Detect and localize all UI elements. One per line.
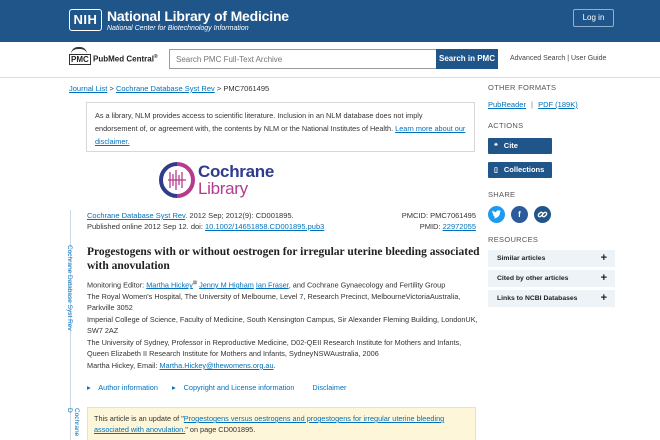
chevron-down-icon: ▸ bbox=[87, 383, 91, 392]
format-links: PubReader | PDF (189K) bbox=[488, 100, 578, 109]
resources-heading: RESOURCES bbox=[488, 235, 539, 244]
identifier-block: PMCID: PMC7061495 PMID: 22972055 bbox=[402, 210, 476, 232]
nlm-disclaimer-notice: As a library, NLM provides access to sci… bbox=[86, 102, 475, 152]
cochrane-library-logo: Cochrane Library bbox=[158, 160, 298, 200]
copyright-link[interactable]: ▸ Copyright and License information bbox=[172, 383, 300, 392]
pubreader-link[interactable]: PubReader bbox=[488, 100, 526, 109]
author-line: Monitoring Editor: Martha Hickey⊠ Jenny … bbox=[87, 280, 446, 290]
cite-button[interactable]: ❝ Cite bbox=[488, 138, 552, 154]
author-information-link[interactable]: ▸ Author information bbox=[87, 383, 164, 392]
chevron-down-icon: ▸ bbox=[171, 383, 176, 392]
cited-by-toggle[interactable]: Cited by other articles + bbox=[488, 270, 615, 287]
search-input[interactable] bbox=[169, 49, 436, 69]
breadcrumb-journal-list[interactable]: Journal List bbox=[69, 84, 107, 93]
pmcid: PMCID: PMC7061495 bbox=[401, 211, 476, 220]
nih-header: NIH National Library of Medicine Nationa… bbox=[0, 0, 660, 42]
email-icon[interactable]: ⊠ bbox=[193, 280, 197, 286]
side-journal-label-2[interactable]: Cochrane D bbox=[66, 408, 80, 440]
nih-logo[interactable]: NIH bbox=[69, 9, 102, 31]
pmc-logo[interactable]: PMC PubMed Central® bbox=[69, 53, 158, 65]
affiliation: The Royal Women's Hospital, The Universi… bbox=[87, 291, 461, 313]
similar-articles-toggle[interactable]: Similar articles + bbox=[488, 250, 615, 267]
author-link[interactable]: Martha Hickey bbox=[146, 280, 193, 289]
breadcrumb-separator: > bbox=[216, 84, 222, 93]
citation-block: Cochrane Database Syst Rev. 2012 Sep; 20… bbox=[87, 210, 324, 232]
notice-text: As a library, NLM provides access to sci… bbox=[95, 111, 423, 133]
citation-volume: . 2012 Sep; 2012(9): CD001895. bbox=[185, 211, 294, 220]
login-button[interactable]: Log in bbox=[573, 9, 614, 27]
pmid-label: PMID: bbox=[419, 222, 443, 231]
collections-button[interactable]: ▯ Collections bbox=[488, 162, 552, 178]
author-link[interactable]: Jenny M Higham bbox=[199, 280, 254, 289]
breadcrumb-separator: > bbox=[109, 84, 114, 93]
plus-icon: + bbox=[600, 272, 607, 284]
twitter-icon[interactable] bbox=[488, 206, 505, 223]
site-title[interactable]: National Library of Medicine bbox=[107, 8, 289, 24]
breadcrumb-journal[interactable]: Cochrane Database Syst Rev bbox=[116, 84, 215, 93]
search-links: Advanced Search | User Guide bbox=[510, 55, 606, 62]
pmid-link[interactable]: 22972055 bbox=[443, 222, 476, 231]
journal-link[interactable]: Cochrane Database Syst Rev bbox=[87, 211, 185, 220]
plus-icon: + bbox=[600, 252, 607, 264]
author-link[interactable]: Ian Fraser bbox=[256, 280, 289, 289]
facebook-icon[interactable]: f bbox=[511, 206, 528, 223]
affiliation: The University of Sydney, Professor in R… bbox=[87, 337, 462, 359]
format-separator: | bbox=[531, 100, 533, 109]
cochrane-emblem-icon bbox=[159, 162, 195, 198]
email-link[interactable]: Martha.Hickey@thewomens.org.au bbox=[159, 361, 273, 370]
article-info-links: ▸ Author information ▸ Copyright and Lic… bbox=[87, 383, 352, 392]
published-date: Published online 2012 Sep 12. doi: bbox=[87, 222, 206, 231]
other-formats-heading: OTHER FORMATS bbox=[488, 83, 557, 92]
bookmark-icon: ▯ bbox=[494, 167, 498, 174]
doi-link[interactable]: 10.1002/14651858.CD001895.pub3 bbox=[205, 222, 324, 231]
advanced-search-link[interactable]: Advanced Search bbox=[510, 55, 565, 62]
contact-line: Martha Hickey, Email: Martha.Hickey@thew… bbox=[87, 360, 276, 370]
site-subtitle: National Center for Biotechnology Inform… bbox=[107, 25, 249, 32]
article-title: Progestogens with or without oestrogen f… bbox=[87, 246, 480, 272]
breadcrumb-current: PMC7061495 bbox=[223, 84, 270, 93]
search-bar: PMC PubMed Central® Search in PMC Advanc… bbox=[0, 42, 660, 78]
ncbi-links-toggle[interactable]: Links to NCBI Databases + bbox=[488, 290, 615, 307]
update-notice: This article is an update of "Progestoge… bbox=[87, 407, 476, 440]
affiliation: Imperial College of Science, Faculty of … bbox=[87, 314, 478, 336]
plus-icon: + bbox=[600, 292, 607, 304]
actions-heading: ACTIONS bbox=[488, 121, 524, 130]
user-guide-link[interactable]: User Guide bbox=[571, 55, 606, 62]
quote-icon: ❝ bbox=[494, 143, 498, 150]
search-button[interactable]: Search in PMC bbox=[436, 49, 498, 69]
share-heading: SHARE bbox=[488, 190, 516, 199]
link-separator: | bbox=[567, 55, 570, 62]
pmc-book-icon bbox=[71, 47, 87, 54]
side-journal-label[interactable]: Cochrane Database Syst Rev bbox=[66, 245, 73, 331]
author-block: Monitoring Editor: Martha Hickey⊠ Jenny … bbox=[87, 278, 482, 371]
breadcrumb: Journal List > Cochrane Database Syst Re… bbox=[69, 84, 269, 93]
library-wordmark: Library bbox=[198, 179, 248, 198]
pdf-link[interactable]: PDF (189K) bbox=[538, 100, 578, 109]
disclaimer-info-link[interactable]: Disclaimer bbox=[312, 383, 346, 392]
link-icon[interactable] bbox=[534, 206, 551, 223]
